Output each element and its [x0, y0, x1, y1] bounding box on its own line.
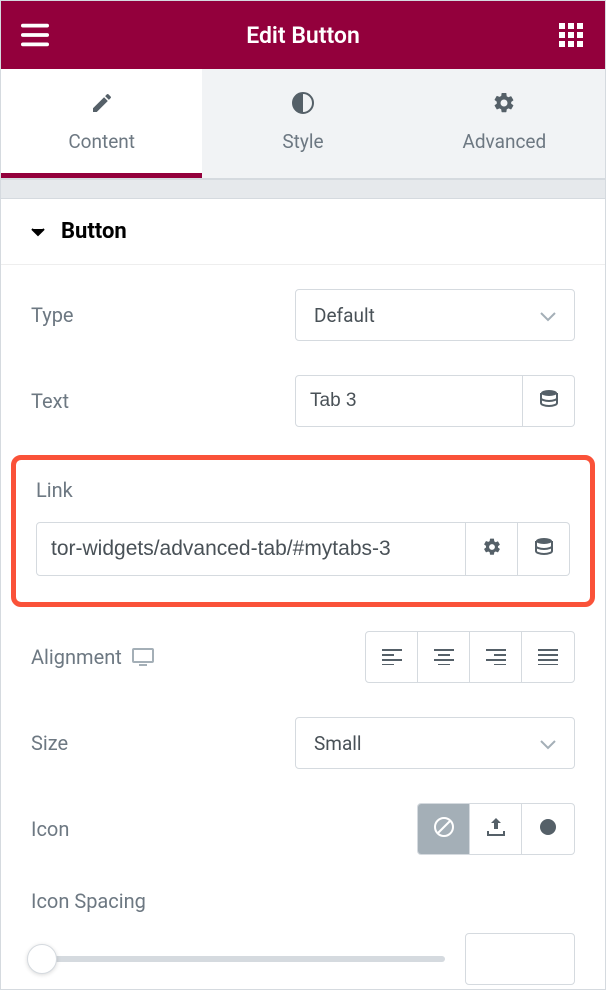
upload-icon — [485, 816, 507, 842]
editor-tabs: Content Style Advanced — [1, 69, 605, 179]
control-text: Text — [31, 375, 575, 427]
spacer — [1, 179, 605, 199]
panel-header: Edit Button — [1, 1, 605, 69]
control-size: Size Small — [31, 717, 575, 769]
icon-upload-button[interactable] — [470, 804, 522, 854]
text-input[interactable] — [295, 375, 523, 427]
icon-label: Icon — [31, 817, 69, 841]
size-select[interactable]: Small — [295, 717, 575, 769]
circle-icon — [539, 818, 557, 840]
gear-icon — [404, 91, 605, 120]
icon-spacing-input[interactable] — [465, 933, 575, 985]
tab-advanced-label: Advanced — [462, 130, 546, 153]
section-title: Button — [61, 219, 127, 244]
tab-advanced[interactable]: Advanced — [404, 69, 605, 178]
alignment-label: Alignment — [31, 645, 122, 669]
alignment-buttons — [365, 631, 575, 683]
icon-buttons — [417, 803, 575, 855]
pencil-icon — [1, 91, 202, 120]
chevron-down-icon — [540, 732, 556, 755]
align-left-button[interactable] — [366, 632, 418, 682]
link-label: Link — [16, 478, 590, 522]
tab-content-label: Content — [68, 130, 135, 153]
text-input-group — [295, 375, 575, 427]
tab-style-label: Style — [282, 130, 323, 153]
menu-icon[interactable] — [21, 21, 49, 49]
control-alignment: Alignment — [31, 631, 575, 683]
link-dynamic-button[interactable] — [518, 522, 570, 576]
icon-spacing-label: Icon Spacing — [31, 889, 575, 913]
control-icon: Icon — [31, 803, 575, 855]
tab-content[interactable]: Content — [1, 69, 202, 178]
chevron-down-icon — [540, 304, 556, 327]
control-icon-spacing: Icon Spacing — [31, 889, 575, 985]
half-circle-icon — [202, 91, 403, 120]
type-value: Default — [314, 304, 375, 327]
slider-thumb[interactable] — [27, 944, 57, 974]
database-icon — [539, 389, 559, 413]
ban-icon — [433, 816, 455, 842]
icon-spacing-slider[interactable] — [31, 956, 445, 962]
type-label: Type — [31, 303, 74, 327]
text-label: Text — [31, 389, 69, 413]
link-input[interactable] — [36, 522, 466, 576]
type-select[interactable]: Default — [295, 289, 575, 341]
icon-library-button[interactable] — [522, 804, 574, 854]
controls-area: Type Default Text Link — [1, 265, 605, 985]
link-options-button[interactable] — [466, 522, 518, 576]
align-right-button[interactable] — [470, 632, 522, 682]
gear-icon — [482, 537, 502, 561]
icon-spacing-slider-row — [31, 927, 575, 985]
desktop-icon[interactable] — [132, 648, 154, 666]
link-input-group — [16, 522, 590, 576]
section-button-header[interactable]: Button — [1, 199, 605, 265]
align-justify-button[interactable] — [522, 632, 574, 682]
database-icon — [534, 537, 554, 561]
align-center-button[interactable] — [418, 632, 470, 682]
control-type: Type Default — [31, 289, 575, 341]
icon-none-button[interactable] — [418, 804, 470, 854]
link-highlighted-area: Link — [11, 455, 595, 607]
size-value: Small — [314, 732, 362, 755]
panel-title: Edit Button — [49, 22, 557, 49]
size-label: Size — [31, 731, 68, 755]
apps-icon[interactable] — [557, 21, 585, 49]
tab-style[interactable]: Style — [202, 69, 403, 178]
caret-down-icon — [31, 219, 45, 244]
dynamic-tags-button[interactable] — [523, 375, 575, 427]
